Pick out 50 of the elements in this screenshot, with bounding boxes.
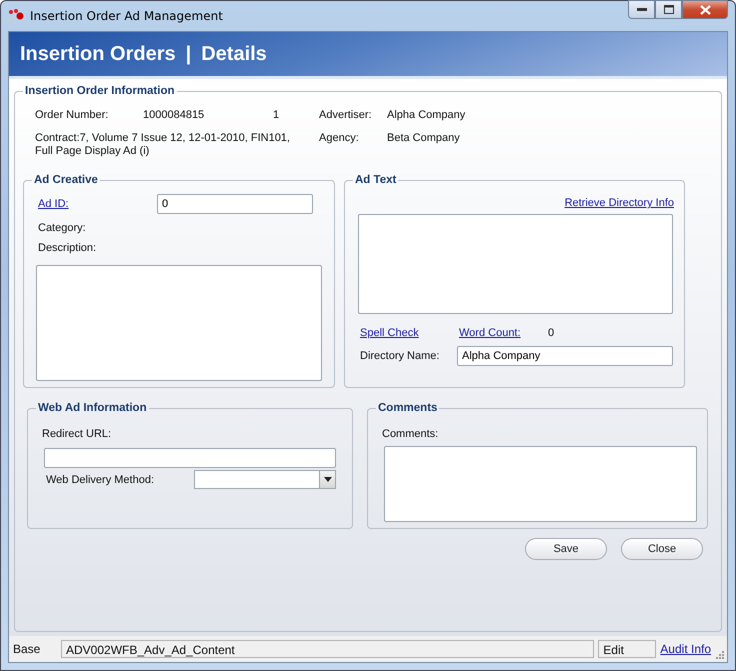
ad-id-field[interactable]: 0	[157, 194, 313, 214]
group-title: Insertion Order Information	[24, 85, 176, 97]
contract-description: Contract:7, Volume 7 Issue 12, 12-01-2010, FIN101, Full Page Display Ad (i)	[35, 132, 291, 158]
field-label: Order Number:	[35, 109, 110, 121]
field-label: Description:	[37, 241, 98, 254]
retrieve-directory-link[interactable]: Retrieve Directory Info	[564, 197, 674, 209]
advertiser-name: Alpha Company	[387, 109, 466, 121]
status-mode: Base	[13, 642, 42, 656]
maximize-icon	[664, 5, 674, 14]
redirect-url-field[interactable]	[44, 448, 336, 468]
group-title: Ad Creative	[33, 174, 99, 186]
group-title: Ad Text	[354, 174, 398, 186]
description-field[interactable]	[36, 265, 322, 381]
agency-name: Beta Company	[387, 132, 461, 146]
window-title: Insertion Order Ad Management	[30, 9, 224, 23]
comments-field[interactable]	[384, 446, 697, 522]
ad-text-field[interactable]	[358, 214, 673, 314]
word-count-link[interactable]: Word Count:	[459, 327, 548, 339]
word-count: 0	[548, 327, 554, 339]
spell-check-link[interactable]: Spell Check	[360, 327, 459, 339]
field-label: Category:	[37, 221, 87, 234]
field-label: Advertiser:	[319, 109, 373, 121]
order-number: 1000084815	[143, 109, 206, 121]
ad-id-link[interactable]: Ad ID:	[38, 198, 69, 210]
dropdown-arrow-icon	[324, 477, 332, 482]
group-title: Web Ad Information	[37, 402, 148, 414]
header-page: Details	[201, 42, 267, 66]
field-label: Agency:	[319, 132, 360, 146]
status-form-name: ADV002WFB_Adv_Ad_Content	[61, 640, 594, 658]
field-label: Comments:	[381, 427, 440, 440]
app-dots-icon	[8, 8, 24, 24]
minimize-button[interactable]	[628, 0, 655, 19]
header-section: Insertion Orders	[20, 42, 176, 66]
status-state: Edit	[598, 640, 656, 658]
delivery-method-dropdown[interactable]	[194, 470, 336, 489]
close-button[interactable]	[682, 0, 728, 19]
directory-name-field[interactable]: Alpha Company	[457, 346, 673, 366]
header-separator: |	[186, 42, 192, 66]
close-icon	[700, 4, 710, 14]
line-number: 1	[273, 109, 280, 121]
audit-info-link[interactable]: Audit Info	[660, 642, 711, 656]
action-button[interactable]: Close	[621, 538, 703, 560]
field-label: Web Delivery Method:	[46, 474, 154, 486]
maximize-button[interactable]	[655, 0, 682, 19]
group-title: Comments	[377, 402, 438, 414]
field-label: Redirect URL:	[41, 427, 112, 440]
action-button[interactable]: Save	[525, 538, 607, 560]
minimize-icon	[636, 8, 646, 12]
resize-grip-icon	[715, 650, 724, 659]
field-label: Directory Name:	[360, 350, 440, 362]
